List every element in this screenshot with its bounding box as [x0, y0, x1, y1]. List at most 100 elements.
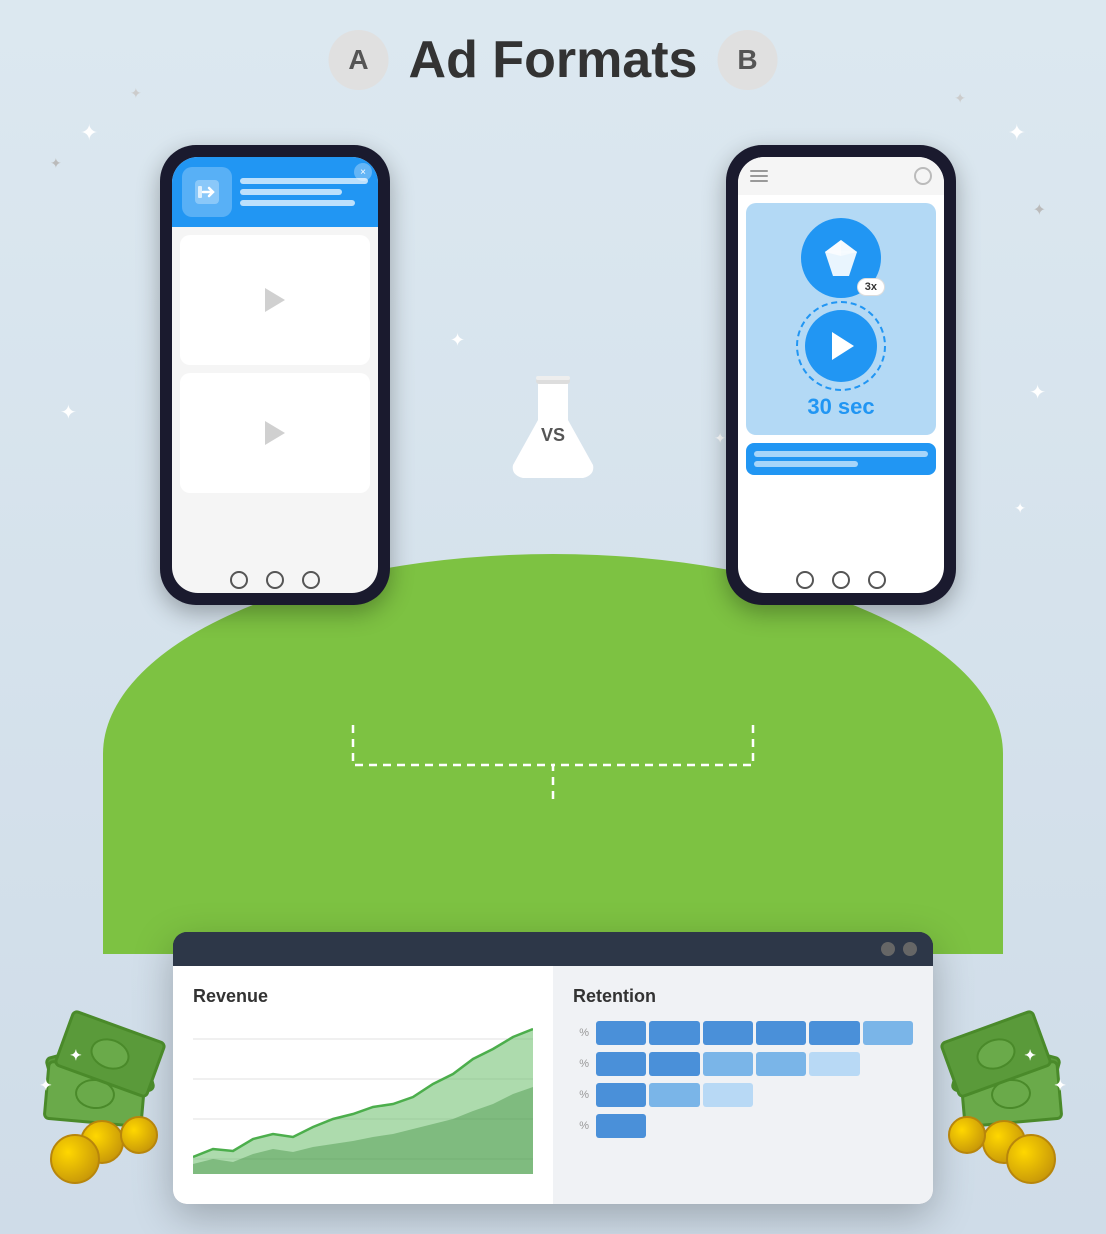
badge-b: B: [717, 30, 777, 90]
nav-dot-1: [230, 571, 248, 589]
phone-a-content-1: [180, 235, 370, 365]
window-titlebar: [173, 932, 933, 966]
phone-a-banner-ad: ×: [172, 157, 378, 227]
ret-cell: [863, 1083, 913, 1107]
progress-line-1: [754, 451, 928, 457]
window-dot-2: [903, 942, 917, 956]
phone-b-progress: [746, 443, 936, 475]
bill-sparkle-1: ✦: [70, 1047, 82, 1064]
sparkle-tl3: ✦: [50, 155, 62, 172]
ret-cell: [809, 1083, 859, 1107]
3x-badge: 3x: [857, 278, 885, 296]
sparkle-mr1: ✦: [1029, 380, 1046, 405]
money-decoration-right: ✦ ✦: [926, 1004, 1066, 1184]
coin-3: [120, 1116, 158, 1154]
ret-cell: [703, 1021, 753, 1045]
analytics-window: Revenue Retention %: [173, 932, 933, 1204]
dashed-connectors: [273, 725, 833, 825]
sparkle-tr3: ✦: [1033, 200, 1046, 220]
play-circle[interactable]: [805, 310, 877, 382]
top-circle-icon: [914, 167, 932, 185]
bill-sparkle-r2: ✦: [1054, 1077, 1066, 1094]
ret-cell: [596, 1021, 646, 1045]
phone-b-rewarded-ad: 3x 30 sec: [746, 203, 936, 435]
progress-line-2: [754, 461, 858, 467]
ret-cell: [809, 1052, 859, 1076]
sparkle-tr2: ✦: [954, 90, 966, 107]
phone-b-screen: 3x 30 sec: [738, 157, 944, 593]
ret-cell: [703, 1052, 753, 1076]
ret-cell: [649, 1083, 699, 1107]
bill-sparkle-r1: ✦: [1024, 1047, 1036, 1064]
coin-2: [50, 1134, 100, 1184]
phone-b: 3x 30 sec: [726, 145, 956, 605]
window-dot-1: [881, 942, 895, 956]
header: A Ad Formats B: [329, 30, 778, 90]
revenue-title: Revenue: [193, 986, 533, 1007]
vs-flask: VS: [503, 370, 603, 490]
phone-a-content-2: [180, 373, 370, 493]
ret-label-2: %: [573, 1058, 593, 1070]
ad-icon-box: [182, 167, 232, 217]
close-button[interactable]: ×: [354, 163, 372, 181]
sparkle-flask1: ✦: [450, 330, 465, 351]
retention-title: Retention: [573, 986, 913, 1007]
ret-cell: [809, 1114, 859, 1138]
ret-cell: [703, 1114, 753, 1138]
ret-label-3: %: [573, 1089, 593, 1101]
window-body: Revenue Retention %: [173, 966, 933, 1204]
badge-a: A: [329, 30, 389, 90]
money-decoration-left: ✦ ✦: [40, 1004, 180, 1184]
ret-cell: [756, 1021, 806, 1045]
ret-label-1: %: [573, 1027, 593, 1039]
ret-cell: [596, 1052, 646, 1076]
nav-dot-b3: [868, 571, 886, 589]
phone-b-nav-buttons: [796, 571, 886, 589]
ret-cell: [809, 1021, 859, 1045]
ret-cell: [756, 1083, 806, 1107]
sparkle-tl2: ✦: [130, 85, 142, 102]
revenue-section: Revenue: [173, 966, 553, 1204]
ret-cell: [756, 1114, 806, 1138]
coin-r3: [948, 1116, 986, 1154]
play-icon-2: [265, 421, 285, 445]
ret-cell: [596, 1114, 646, 1138]
phone-b-topbar: [738, 157, 944, 195]
ret-cell: [863, 1052, 913, 1076]
ad-icon: [193, 178, 221, 206]
bill-sparkle-2: ✦: [40, 1077, 52, 1094]
ret-cell: [863, 1114, 913, 1138]
sparkle-flask2: ✦: [714, 430, 726, 447]
phone-a: ×: [160, 145, 390, 605]
nav-dot-b2: [832, 571, 850, 589]
nav-dot-3: [302, 571, 320, 589]
sparkle-ml: ✦: [60, 400, 77, 425]
time-label: 30 sec: [807, 394, 874, 420]
ret-label-4: %: [573, 1120, 593, 1132]
ret-cell: [596, 1083, 646, 1107]
ret-cell: [863, 1021, 913, 1045]
ret-cell: [756, 1052, 806, 1076]
hamburger-icon: [750, 170, 768, 182]
sparkle-mr2: ✦: [1014, 500, 1026, 517]
retention-grid: % % %: [573, 1019, 913, 1140]
coin-r2: [1006, 1134, 1056, 1184]
ad-text-lines: [240, 178, 368, 206]
play-triangle-icon: [832, 332, 854, 360]
page-title: Ad Formats: [409, 30, 698, 90]
phone-a-nav-buttons: [230, 571, 320, 589]
ret-cell: [649, 1021, 699, 1045]
vs-label: VS: [541, 425, 565, 446]
sparkle-tr1: ✦: [1008, 120, 1026, 146]
ret-cell: [649, 1052, 699, 1076]
nav-dot-b1: [796, 571, 814, 589]
ret-cell: [649, 1114, 699, 1138]
revenue-chart: [193, 1019, 533, 1179]
ret-cell: [703, 1083, 753, 1107]
play-icon-1: [265, 288, 285, 312]
nav-dot-2: [266, 571, 284, 589]
sparkle-tl1: ✦: [80, 120, 98, 146]
diamond-icon: [819, 236, 863, 280]
diamond-reward: 3x: [801, 218, 881, 298]
retention-section: Retention % % %: [553, 966, 933, 1204]
